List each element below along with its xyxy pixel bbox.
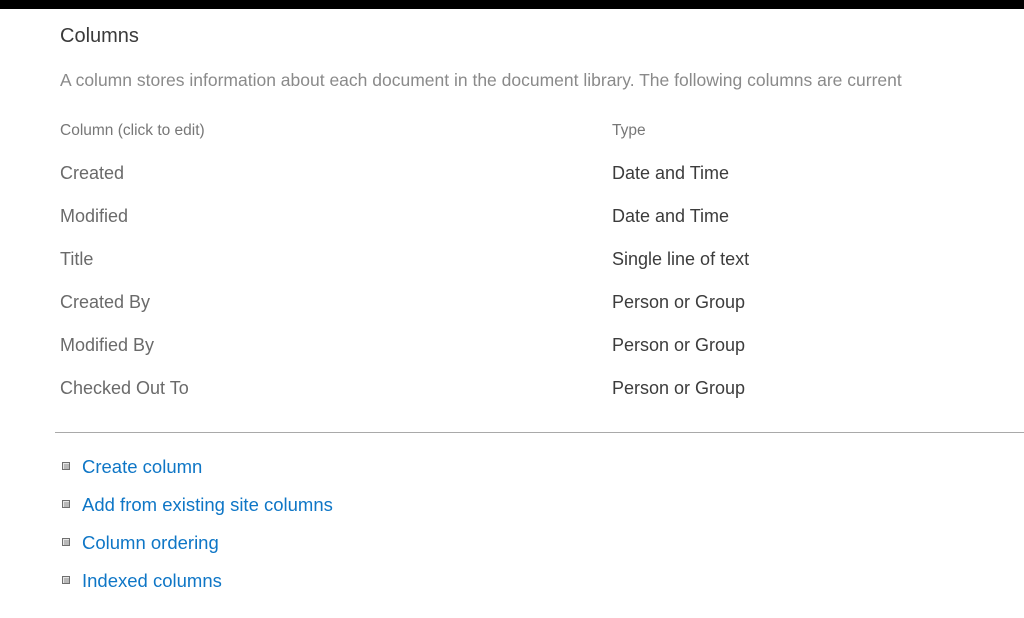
column-type-value: Person or Group <box>612 335 1024 356</box>
add-existing-site-columns-link[interactable]: Add from existing site columns <box>82 494 333 516</box>
column-type-value: Single line of text <box>612 249 1024 270</box>
section-divider <box>55 432 1024 433</box>
column-actions-list: Create column Add from existing site col… <box>60 448 1024 600</box>
column-name-link-modified-by[interactable]: Modified By <box>60 335 612 356</box>
columns-settings-section: Columns A column stores information abou… <box>0 9 1024 600</box>
table-row: Modified By Person or Group <box>60 324 1024 367</box>
column-header-name: Column (click to edit) <box>60 122 612 140</box>
square-bullet-icon <box>62 538 70 546</box>
column-name-link-title[interactable]: Title <box>60 249 612 270</box>
square-bullet-icon <box>62 462 70 470</box>
table-row: Created Date and Time <box>60 152 1024 195</box>
list-item: Add from existing site columns <box>62 486 1024 524</box>
table-row: Title Single line of text <box>60 238 1024 281</box>
column-ordering-link[interactable]: Column ordering <box>82 532 219 554</box>
page-title: Columns <box>60 25 1024 47</box>
column-type-value: Person or Group <box>612 378 1024 399</box>
table-header-row: Column (click to edit) Type <box>60 109 1024 152</box>
list-item: Create column <box>62 448 1024 486</box>
section-description: A column stores information about each d… <box>60 69 1024 91</box>
indexed-columns-link[interactable]: Indexed columns <box>82 570 222 592</box>
list-item: Column ordering <box>62 524 1024 562</box>
list-item: Indexed columns <box>62 562 1024 600</box>
table-row: Modified Date and Time <box>60 195 1024 238</box>
column-type-value: Date and Time <box>612 163 1024 184</box>
column-name-link-created[interactable]: Created <box>60 163 612 184</box>
table-row: Created By Person or Group <box>60 281 1024 324</box>
column-name-link-modified[interactable]: Modified <box>60 206 612 227</box>
table-row: Checked Out To Person or Group <box>60 367 1024 410</box>
create-column-link[interactable]: Create column <box>82 456 202 478</box>
square-bullet-icon <box>62 500 70 508</box>
column-header-type: Type <box>612 122 1024 140</box>
columns-table: Column (click to edit) Type Created Date… <box>60 109 1024 410</box>
column-type-value: Person or Group <box>612 292 1024 313</box>
top-edge-bar <box>0 0 1024 9</box>
column-name-link-checked-out-to[interactable]: Checked Out To <box>60 378 612 399</box>
column-type-value: Date and Time <box>612 206 1024 227</box>
column-name-link-created-by[interactable]: Created By <box>60 292 612 313</box>
square-bullet-icon <box>62 576 70 584</box>
